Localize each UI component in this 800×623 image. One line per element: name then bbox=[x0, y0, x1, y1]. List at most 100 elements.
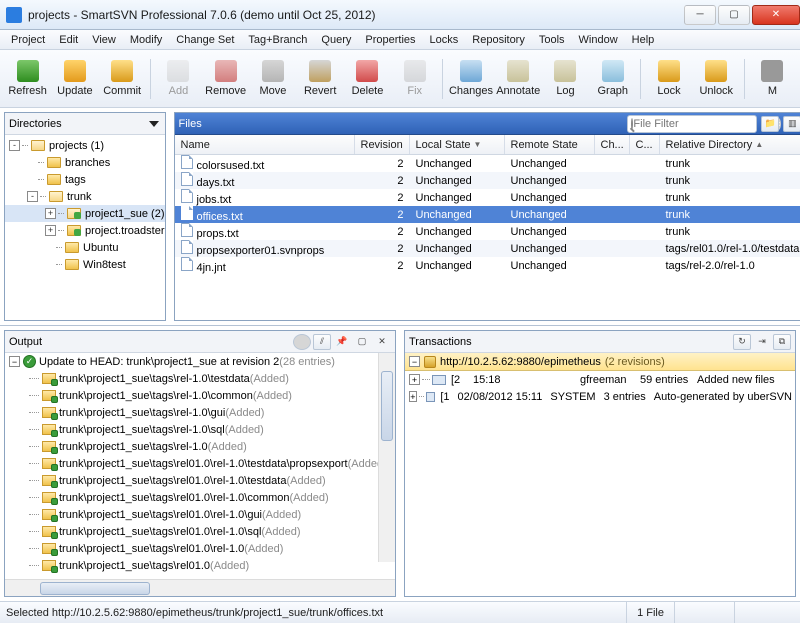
transactions-repo-row[interactable]: − http://10.2.5.62:9880/epimetheus (2 re… bbox=[405, 353, 795, 371]
tree-item[interactable]: -projects (1) bbox=[5, 137, 165, 154]
tree-item[interactable]: +project.troadster bbox=[5, 222, 165, 239]
file-row[interactable]: 4jn.jnt2UnchangedUnchangedtags/rel-2.0/r… bbox=[175, 257, 800, 274]
transaction-row[interactable]: +[215:18gfreeman59 entriesAdded new file… bbox=[405, 371, 795, 388]
output-scrollbar-v[interactable] bbox=[378, 353, 395, 562]
menu-help[interactable]: Help bbox=[625, 32, 662, 48]
directories-header[interactable]: Directories bbox=[5, 113, 165, 135]
menu-window[interactable]: Window bbox=[572, 32, 625, 48]
column-header[interactable]: C... bbox=[630, 135, 660, 154]
output-entry[interactable]: trunk\project1_sue\tags\rel01.0\rel-1.0\… bbox=[5, 489, 395, 506]
close-button[interactable]: ✕ bbox=[752, 5, 800, 25]
output-entry[interactable]: trunk\project1_sue\tags\rel-1.0\gui (Add… bbox=[5, 404, 395, 421]
tree-item[interactable]: Ubuntu bbox=[5, 239, 165, 256]
graph-button[interactable]: Graph bbox=[589, 54, 636, 104]
output-entry[interactable]: trunk\project1_sue\tags\rel01.0\rel-1.0\… bbox=[5, 506, 395, 523]
output-entry[interactable]: trunk\project1_sue\tags\rel01.0\rel-1.0\… bbox=[5, 523, 395, 540]
lock-button[interactable]: Lock bbox=[645, 54, 692, 104]
menu-change-set[interactable]: Change Set bbox=[169, 32, 241, 48]
output-body[interactable]: −✓Update to HEAD: trunk\project1_sue at … bbox=[5, 353, 395, 579]
file-icon bbox=[181, 189, 193, 203]
move-button[interactable]: Move bbox=[249, 54, 296, 104]
output-entry[interactable]: trunk\project1_sue\tags\rel-1.0\testdata… bbox=[5, 370, 395, 387]
output-entry[interactable]: trunk\project1_sue\tags\rel-1.0\common (… bbox=[5, 387, 395, 404]
output-filter-button[interactable]: ⫽ bbox=[313, 334, 331, 350]
output-entry[interactable]: trunk\project1_sue\tags\rel01.0 (Added) bbox=[5, 557, 395, 574]
file-row[interactable]: offices.txt2UnchangedUnchangedtrunk bbox=[175, 206, 800, 223]
expand-toggle[interactable]: + bbox=[45, 208, 56, 219]
m-button[interactable]: M bbox=[749, 54, 796, 104]
chevron-down-icon[interactable] bbox=[149, 121, 159, 127]
menu-edit[interactable]: Edit bbox=[52, 32, 85, 48]
output-pin-button[interactable]: 📌 bbox=[333, 334, 351, 350]
expand-toggle[interactable]: - bbox=[27, 191, 38, 202]
maximize-button[interactable]: ▢ bbox=[718, 5, 750, 25]
menu-locks[interactable]: Locks bbox=[423, 32, 466, 48]
minimize-button[interactable]: ─ bbox=[684, 5, 716, 25]
output-scrollbar-h[interactable] bbox=[5, 579, 395, 596]
output-entry[interactable]: trunk\project1_sue\tags\rel01.0\rel-1.0\… bbox=[5, 455, 395, 472]
commit-button[interactable]: Commit bbox=[99, 54, 146, 104]
menu-tools[interactable]: Tools bbox=[532, 32, 572, 48]
revert-button[interactable]: Revert bbox=[297, 54, 344, 104]
tree-item[interactable]: tags bbox=[5, 171, 165, 188]
menu-modify[interactable]: Modify bbox=[123, 32, 169, 48]
expand-toggle[interactable]: + bbox=[409, 391, 417, 402]
scrollbar-thumb[interactable] bbox=[381, 371, 393, 441]
output-entry[interactable]: trunk\project1_sue\tags\rel-1.0 (Added) bbox=[5, 438, 395, 455]
file-row[interactable]: jobs.txt2UnchangedUnchangedtrunk bbox=[175, 189, 800, 206]
transaction-row[interactable]: +[102/08/2012 15:11SYSTEM3 entriesAuto-g… bbox=[405, 388, 795, 405]
files-table-body[interactable]: colorsused.txt2UnchangedUnchangedtrunkda… bbox=[175, 155, 800, 320]
expand-toggle[interactable]: + bbox=[45, 225, 56, 236]
menu-properties[interactable]: Properties bbox=[358, 32, 422, 48]
files-view-button-1[interactable]: 📁 bbox=[761, 116, 779, 132]
log-button[interactable]: Log bbox=[542, 54, 589, 104]
output-close-button[interactable]: ✕ bbox=[373, 334, 391, 350]
column-header[interactable]: Remote State bbox=[505, 135, 595, 154]
expand-toggle[interactable]: + bbox=[409, 374, 420, 385]
output-entry[interactable]: trunk\project1_sue\tags\rel01.0\rel-1.0\… bbox=[5, 472, 395, 489]
annotate-button[interactable]: Annotate bbox=[495, 54, 542, 104]
menu-project[interactable]: Project bbox=[4, 32, 52, 48]
file-row[interactable]: colorsused.txt2UnchangedUnchangedtrunk bbox=[175, 155, 800, 172]
file-row[interactable]: days.txt2UnchangedUnchangedtrunk bbox=[175, 172, 800, 189]
file-row[interactable]: propsexporter01.svnprops2UnchangedUnchan… bbox=[175, 240, 800, 257]
column-header[interactable]: Ch... bbox=[595, 135, 630, 154]
file-row[interactable]: props.txt2UnchangedUnchangedtrunk bbox=[175, 223, 800, 240]
column-header[interactable]: Revision bbox=[355, 135, 410, 154]
tree-item[interactable]: Win8test bbox=[5, 256, 165, 273]
files-view-button-2[interactable]: ▥ bbox=[783, 116, 800, 132]
delete-button[interactable]: Delete bbox=[344, 54, 391, 104]
tree-item[interactable]: branches bbox=[5, 154, 165, 171]
output-maximize-button[interactable]: ▢ bbox=[353, 334, 371, 350]
unlock-button[interactable]: Unlock bbox=[693, 54, 740, 104]
transactions-link-button[interactable]: ⇥ bbox=[753, 334, 771, 350]
update-button[interactable]: Update bbox=[51, 54, 98, 104]
column-header[interactable]: Local State▼ bbox=[410, 135, 505, 154]
menu-tag-branch[interactable]: Tag+Branch bbox=[241, 32, 314, 48]
tree-item[interactable]: -trunk bbox=[5, 188, 165, 205]
expand-toggle[interactable]: − bbox=[409, 356, 420, 367]
refresh-button[interactable]: Refresh bbox=[4, 54, 51, 104]
directories-tree[interactable]: -projects (1)branchestags-trunk+project1… bbox=[5, 135, 165, 320]
column-header[interactable]: Name bbox=[175, 135, 355, 154]
expand-toggle[interactable]: − bbox=[9, 356, 20, 367]
transactions-settings-button[interactable]: ⧉ bbox=[773, 334, 791, 350]
output-stop-button[interactable] bbox=[293, 334, 311, 350]
tree-item[interactable]: +project1_sue (2) bbox=[5, 205, 165, 222]
plus-badge-icon bbox=[51, 566, 58, 573]
menu-query[interactable]: Query bbox=[314, 32, 358, 48]
transactions-body[interactable]: +[215:18gfreeman59 entriesAdded new file… bbox=[405, 371, 795, 596]
remove-button[interactable]: Remove bbox=[202, 54, 249, 104]
menu-view[interactable]: View bbox=[85, 32, 123, 48]
output-entry[interactable]: trunk\project1_sue\tags\rel-1.0\sql (Add… bbox=[5, 421, 395, 438]
output-head-row[interactable]: −✓Update to HEAD: trunk\project1_sue at … bbox=[5, 353, 395, 370]
menu-repository[interactable]: Repository bbox=[465, 32, 532, 48]
expand-toggle[interactable]: - bbox=[9, 140, 20, 151]
column-header[interactable]: Relative Directory▲ bbox=[660, 135, 800, 154]
output-entry[interactable]: trunk\project1_sue\tags\rel01.0\rel-1.0 … bbox=[5, 540, 395, 557]
transactions-refresh-button[interactable]: ↻ bbox=[733, 334, 751, 350]
file-filter-input[interactable] bbox=[633, 118, 775, 130]
file-filter-box[interactable]: × bbox=[627, 115, 757, 133]
scrollbar-thumb[interactable] bbox=[40, 582, 150, 595]
changes-button[interactable]: Changes bbox=[447, 54, 494, 104]
